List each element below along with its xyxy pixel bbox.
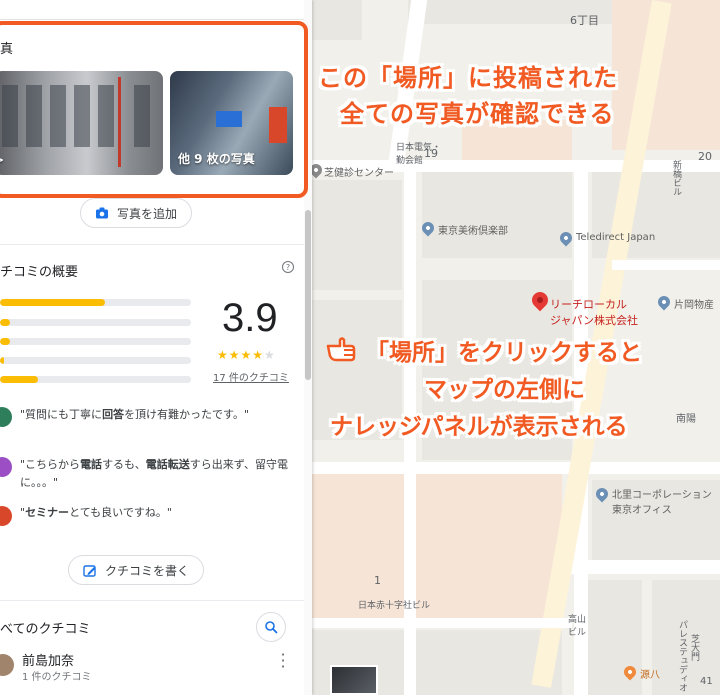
map-label-denki: 日本電気・ 勤会館 <box>396 143 442 166</box>
snippet-text: を頂け有難かったです。" <box>124 408 250 421</box>
avatar <box>0 407 12 427</box>
average-rating: 3.9 <box>222 296 278 340</box>
layer-thumbnail[interactable] <box>330 665 378 695</box>
map-block <box>312 470 562 620</box>
annotation-mid-line3: ナレッジパネルが表示される <box>330 414 628 440</box>
snippet-text: とても良いですね。" <box>69 506 172 519</box>
annotation-mid-line1: 「場所」をクリックすると <box>366 340 642 366</box>
rating-bar-4 <box>0 319 191 326</box>
rating-bar-5 <box>0 299 191 306</box>
avatar[interactable] <box>0 654 14 676</box>
rating-bar-3 <box>0 338 191 345</box>
rating-bar-2 <box>0 357 191 364</box>
rating-bar-fill <box>0 357 4 364</box>
rating-bar-fill <box>0 376 39 383</box>
empty-star: ★ <box>264 348 276 362</box>
map-road <box>312 462 720 474</box>
section-divider <box>0 600 312 601</box>
reviewer-review-count: 1 件のクチコミ <box>22 672 92 683</box>
map-block <box>582 580 642 695</box>
snippet-keyword: 電話転送 <box>145 458 190 471</box>
map-block <box>422 168 572 258</box>
rating-bar-fill <box>0 338 10 345</box>
more-options-icon[interactable]: · · · <box>278 647 288 675</box>
poi-shiba-kenshin[interactable]: 芝健診センター <box>324 164 394 179</box>
map-road <box>562 560 720 574</box>
map-road <box>312 618 572 628</box>
map-label-takayama: 高山 ビル <box>568 615 587 638</box>
camera-icon <box>95 207 108 219</box>
map-label-6chome: 6丁目 <box>570 14 599 27</box>
review-snippet-3[interactable]: "セミナーとても良いですね。" <box>20 504 298 522</box>
snippet-text: するも、 <box>102 458 146 471</box>
knowledge-panel: 真 > 他 9 枚の写真 写真を追加 チコミの概要 ? <box>0 0 312 695</box>
snippet-keyword: 電話 <box>80 458 103 471</box>
poi-gensha[interactable]: 源八 <box>640 666 660 681</box>
map-label-sekijuji: 日本赤十字社ビル <box>358 601 431 611</box>
edit-review-icon <box>83 564 96 577</box>
star-rating-icon: ★★★★★ <box>217 348 276 362</box>
map-block <box>312 180 402 290</box>
panel-top-strip <box>0 0 312 20</box>
screenshot-root: 6丁目 19 20 1 日本電気・ 勤会館 新橋ビル 南陽 日本赤十字社ビル 高山… <box>0 0 720 695</box>
snippet-text: "こちらから <box>20 458 81 471</box>
review-snippet-2[interactable]: "こちらから電話するも、電話転送すら出来ず、留守電に。。。" <box>20 456 298 492</box>
annotation-top-line2: 全ての写真が確認できる <box>340 100 615 128</box>
map-label-41: 41 <box>700 676 713 687</box>
snippet-keyword: 回答 <box>102 408 125 421</box>
review-snippet-1[interactable]: "質問にも丁寧に回答を頂け有難かったです。" <box>20 406 298 424</box>
annotation-top-line1: この「場所」に投稿された <box>318 64 618 92</box>
review-count-link[interactable]: 17 件のクチコミ <box>213 369 289 384</box>
poi-pin-icon[interactable] <box>655 293 673 311</box>
search-icon <box>265 621 278 634</box>
map-label-pale-2: 芝大門 <box>689 634 699 661</box>
write-review-label: クチコミを書く <box>104 563 189 578</box>
map-label-20: 20 <box>698 150 712 163</box>
reviews-summary-title: チコミの概要 <box>0 265 79 280</box>
rating-bar-fill <box>0 299 106 306</box>
add-photo-button[interactable]: 写真を追加 <box>80 198 192 228</box>
snippet-keyword: セミナー <box>25 506 70 519</box>
map-road <box>612 260 720 270</box>
avatar <box>0 506 12 526</box>
search-reviews-button[interactable] <box>256 612 286 642</box>
snippet-text: "質問にも丁寧に <box>20 408 103 421</box>
help-icon[interactable]: ? <box>282 261 294 273</box>
map-label-shinbashi: 新橋ビル <box>671 160 681 196</box>
rating-bar-fill <box>0 319 10 326</box>
poi-kitasato[interactable]: 北里コーポレーション 東京オフィス <box>612 486 712 516</box>
photos-highlight-frame <box>0 21 308 198</box>
section-divider <box>0 244 312 245</box>
pointing-hand-icon <box>326 337 356 362</box>
filled-stars: ★★★★ <box>217 348 265 362</box>
avatar <box>0 457 12 477</box>
poi-kataoka[interactable]: 片岡物産 <box>674 296 714 311</box>
all-reviews-title: べてのクチコミ <box>0 622 91 637</box>
write-review-button[interactable]: クチコミを書く <box>68 555 204 585</box>
map-label-nanyo: 南陽 <box>676 414 696 425</box>
add-photo-label: 写真を追加 <box>116 206 177 221</box>
rating-bar-1 <box>0 376 191 383</box>
annotation-mid-line2: マップの左側に <box>424 377 585 403</box>
map-label-1: 1 <box>374 574 381 587</box>
poi-reachlocal[interactable]: リーチローカル ジャパン株式会社 <box>550 296 638 328</box>
poi-tokyo-bijutsu[interactable]: 東京美術倶楽部 <box>438 222 508 237</box>
reviewer-name[interactable]: 前島加奈 <box>22 650 74 669</box>
poi-teledirect[interactable]: Teledirect Japan <box>576 232 655 243</box>
map-block <box>312 0 362 40</box>
scrollbar-thumb[interactable] <box>305 210 311 380</box>
